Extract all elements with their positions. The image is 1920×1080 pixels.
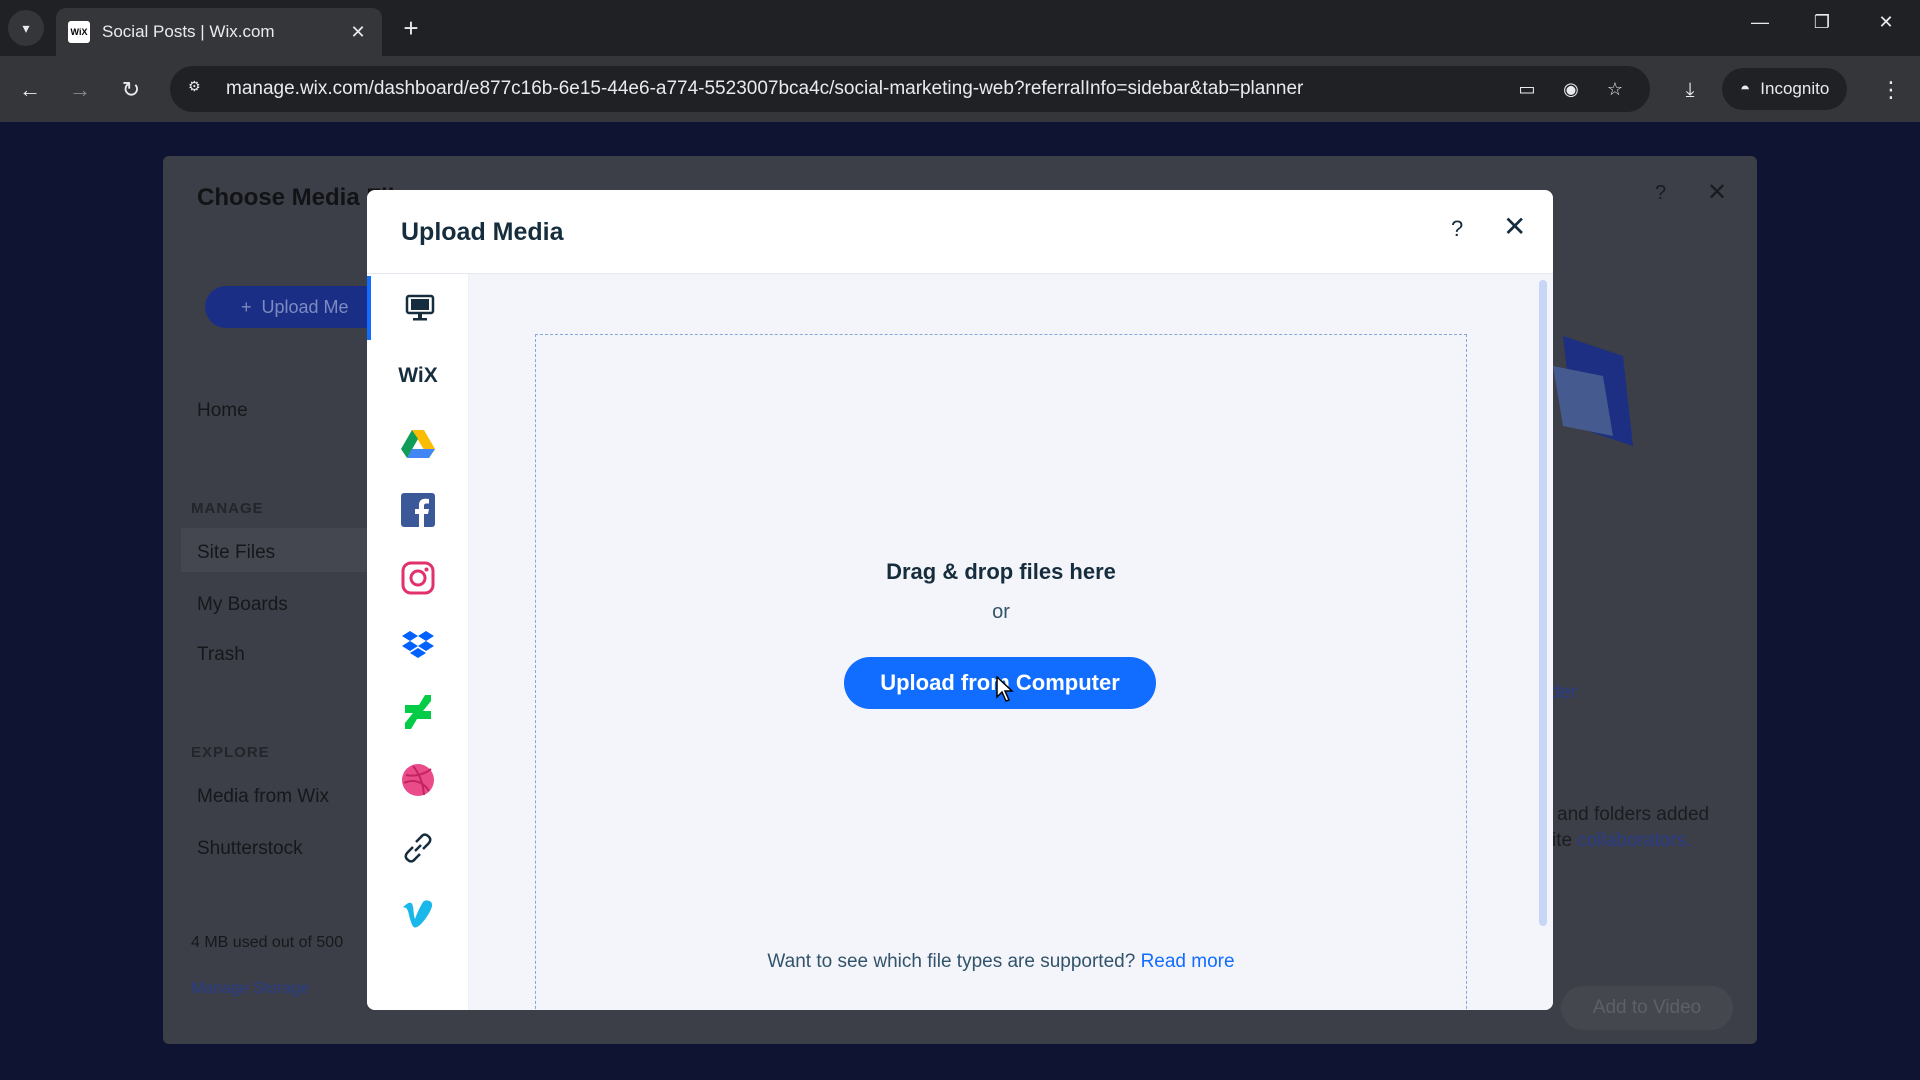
sidebar-item-my-boards[interactable]: My Boards xyxy=(197,594,288,616)
source-wix[interactable]: WiX xyxy=(367,344,469,408)
tab-title: Social Posts | Wix.com xyxy=(102,22,275,41)
empty-state-text-line-2: ite collaborators. xyxy=(1552,830,1692,851)
url-text[interactable]: manage.wix.com/dashboard/e877c16b-6e15-4… xyxy=(226,78,1500,100)
source-dropbox[interactable] xyxy=(367,614,469,678)
dribbble-icon xyxy=(402,764,434,796)
source-facebook[interactable] xyxy=(367,478,469,542)
upload-close-icon[interactable]: ✕ xyxy=(1503,210,1526,243)
sidebar-item-home[interactable]: Home xyxy=(197,400,248,422)
source-google-drive[interactable] xyxy=(367,412,469,476)
new-tab-button[interactable]: + xyxy=(396,14,426,44)
upload-media-title: Upload Media xyxy=(401,218,564,246)
manage-heading: MANAGE xyxy=(191,500,264,517)
drag-drop-text: Drag & drop files here xyxy=(886,559,1116,584)
dropbox-icon xyxy=(402,631,434,658)
file-dropzone[interactable]: Drag & drop files here or Upload from Co… xyxy=(535,334,1467,1010)
source-vimeo[interactable] xyxy=(367,882,469,946)
upload-scrollbar[interactable] xyxy=(1539,280,1547,926)
manage-storage-link[interactable]: Manage Storage xyxy=(191,980,309,998)
incognito-indicator[interactable]: ◓ Incognito xyxy=(1722,68,1848,110)
camera-blocked-icon[interactable]: ▭ xyxy=(1510,72,1544,106)
source-computer[interactable] xyxy=(367,276,469,340)
tab-close-icon[interactable]: ✕ xyxy=(346,22,370,43)
browser-tab[interactable]: WiX Social Posts | Wix.com ✕ xyxy=(56,8,382,56)
browser-menu-icon[interactable]: ⋮ xyxy=(1876,72,1906,108)
choose-media-title: Choose Media Fil xyxy=(197,184,395,211)
sidebar-item-trash[interactable]: Trash xyxy=(197,644,245,666)
incognito-icon: ◓ xyxy=(1740,79,1751,98)
forward-icon[interactable]: → xyxy=(62,72,98,108)
source-deviantart[interactable] xyxy=(367,680,469,744)
browser-toolbar: ← → ↻ ⚙ manage.wix.com/dashboard/e877c16… xyxy=(0,56,1920,122)
source-dribbble[interactable] xyxy=(367,748,469,812)
computer-icon xyxy=(405,294,435,321)
incognito-label: Incognito xyxy=(1760,79,1830,98)
facebook-icon xyxy=(401,493,435,527)
tracking-protection-icon[interactable]: ◉ xyxy=(1554,72,1588,106)
choose-media-close-icon[interactable]: ✕ xyxy=(1707,178,1727,207)
upload-media-dialog: Upload Media ? ✕ WiX Drag & drop files h… xyxy=(367,190,1553,1010)
choose-media-help-icon[interactable]: ? xyxy=(1655,182,1666,205)
collaborators-link[interactable]: collaborators. xyxy=(1577,830,1691,851)
sidebar-item-site-files[interactable]: Site Files xyxy=(197,542,275,564)
add-to-video-button[interactable]: Add to Video xyxy=(1561,986,1733,1030)
sidebar-item-shutterstock[interactable]: Shutterstock xyxy=(197,838,303,860)
source-link[interactable] xyxy=(367,816,469,880)
wix-favicon-icon: WiX xyxy=(68,21,90,43)
explore-heading: EXPLORE xyxy=(191,744,270,761)
address-bar[interactable]: ⚙ manage.wix.com/dashboard/e877c16b-6e15… xyxy=(170,66,1650,112)
storage-usage: 4 MB used out of 500 xyxy=(191,934,344,951)
download-icon[interactable]: ⤓ xyxy=(1672,72,1708,108)
minimize-icon[interactable]: — xyxy=(1740,12,1780,33)
reload-icon[interactable]: ↻ xyxy=(113,72,149,108)
upload-media-button-label: Upload Me xyxy=(261,296,349,317)
empty-state-text-line-1: and folders added xyxy=(1557,804,1710,825)
window-close-icon[interactable]: ✕ xyxy=(1866,12,1906,33)
back-icon[interactable]: ← xyxy=(12,72,48,108)
restore-icon[interactable]: ❐ xyxy=(1802,12,1842,33)
plus-icon: + xyxy=(241,296,252,317)
upload-body: Drag & drop files here or Upload from Co… xyxy=(469,274,1553,1010)
tab-search-button[interactable]: ▾ xyxy=(8,10,44,46)
folder-illustration-icon xyxy=(1553,336,1633,446)
or-text: or xyxy=(992,601,1010,623)
upload-media-header: Upload Media ? ✕ xyxy=(367,190,1553,274)
browser-tab-bar: ▾ WiX Social Posts | Wix.com ✕ + — ❐ ✕ xyxy=(0,0,1920,56)
upload-source-rail: WiX xyxy=(367,274,469,1010)
deviantart-icon xyxy=(405,695,431,729)
bookmark-star-icon[interactable]: ☆ xyxy=(1598,72,1632,106)
sidebar-item-media-from-wix[interactable]: Media from Wix xyxy=(197,786,329,808)
vimeo-icon xyxy=(403,900,433,928)
instagram-icon xyxy=(401,561,435,595)
source-instagram[interactable] xyxy=(367,546,469,610)
supported-filetypes-text: Want to see which file types are support… xyxy=(767,951,1235,972)
site-info-icon[interactable]: ⚙ xyxy=(188,78,210,100)
mouse-cursor-icon xyxy=(996,676,1014,702)
google-drive-icon xyxy=(401,430,435,458)
read-more-link[interactable]: Read more xyxy=(1141,951,1235,972)
wix-icon: WiX xyxy=(398,364,438,387)
link-icon xyxy=(404,833,432,863)
upload-help-icon[interactable]: ? xyxy=(1451,216,1463,242)
